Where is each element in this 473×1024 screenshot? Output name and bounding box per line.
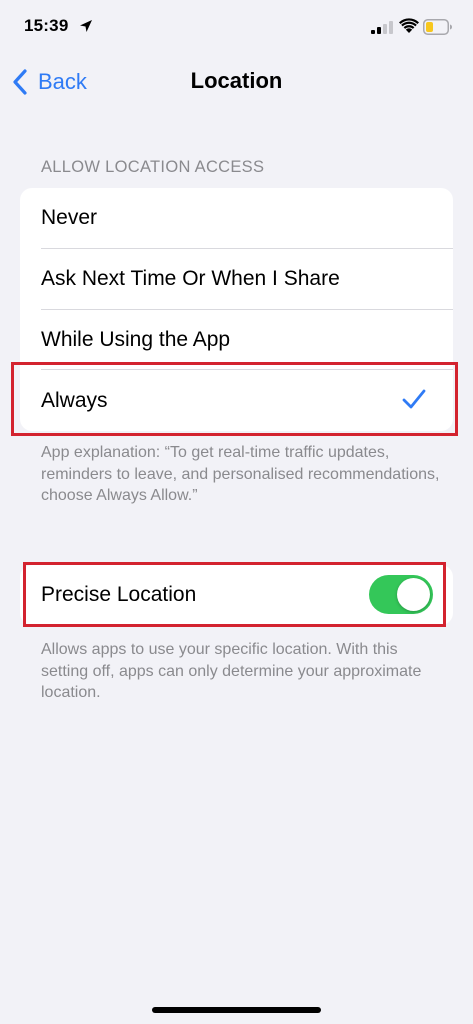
page-title: Location <box>190 68 283 93</box>
checkmark-icon <box>402 389 426 409</box>
wifi-icon <box>399 18 419 33</box>
option-while-using[interactable]: While Using the App <box>20 310 453 371</box>
app-explanation-text: App explanation: “To get real-time traff… <box>41 444 440 504</box>
option-label: While Using the App <box>41 327 231 351</box>
section-header-location-access: ALLOW LOCATION ACCESS <box>41 158 265 176</box>
toggle-knob <box>397 578 430 611</box>
option-always[interactable]: Always <box>20 370 453 431</box>
home-indicator[interactable] <box>152 1007 321 1013</box>
option-ask-next-time[interactable]: Ask Next Time Or When I Share <box>20 249 453 310</box>
option-label: Ask Next Time Or When I Share <box>41 267 340 291</box>
precise-location-footer-text: Allows apps to use your specific locatio… <box>41 641 422 701</box>
option-never[interactable]: Never <box>20 188 453 249</box>
precise-location-toggle[interactable] <box>369 575 433 614</box>
precise-location-label: Precise Location <box>41 583 197 606</box>
signal-icon <box>371 21 393 34</box>
status-bar: 15:39 <box>0 0 473 56</box>
nav-bar: Back Location <box>0 56 473 108</box>
location-access-options: Never Ask Next Time Or When I Share Whil… <box>20 188 453 431</box>
battery-icon <box>423 19 452 35</box>
option-label: Always <box>41 388 108 412</box>
status-time: 15:39 <box>24 16 69 35</box>
precise-location-row: Precise Location <box>20 565 453 625</box>
location-arrow-icon <box>80 20 92 32</box>
option-label: Never <box>41 206 98 230</box>
